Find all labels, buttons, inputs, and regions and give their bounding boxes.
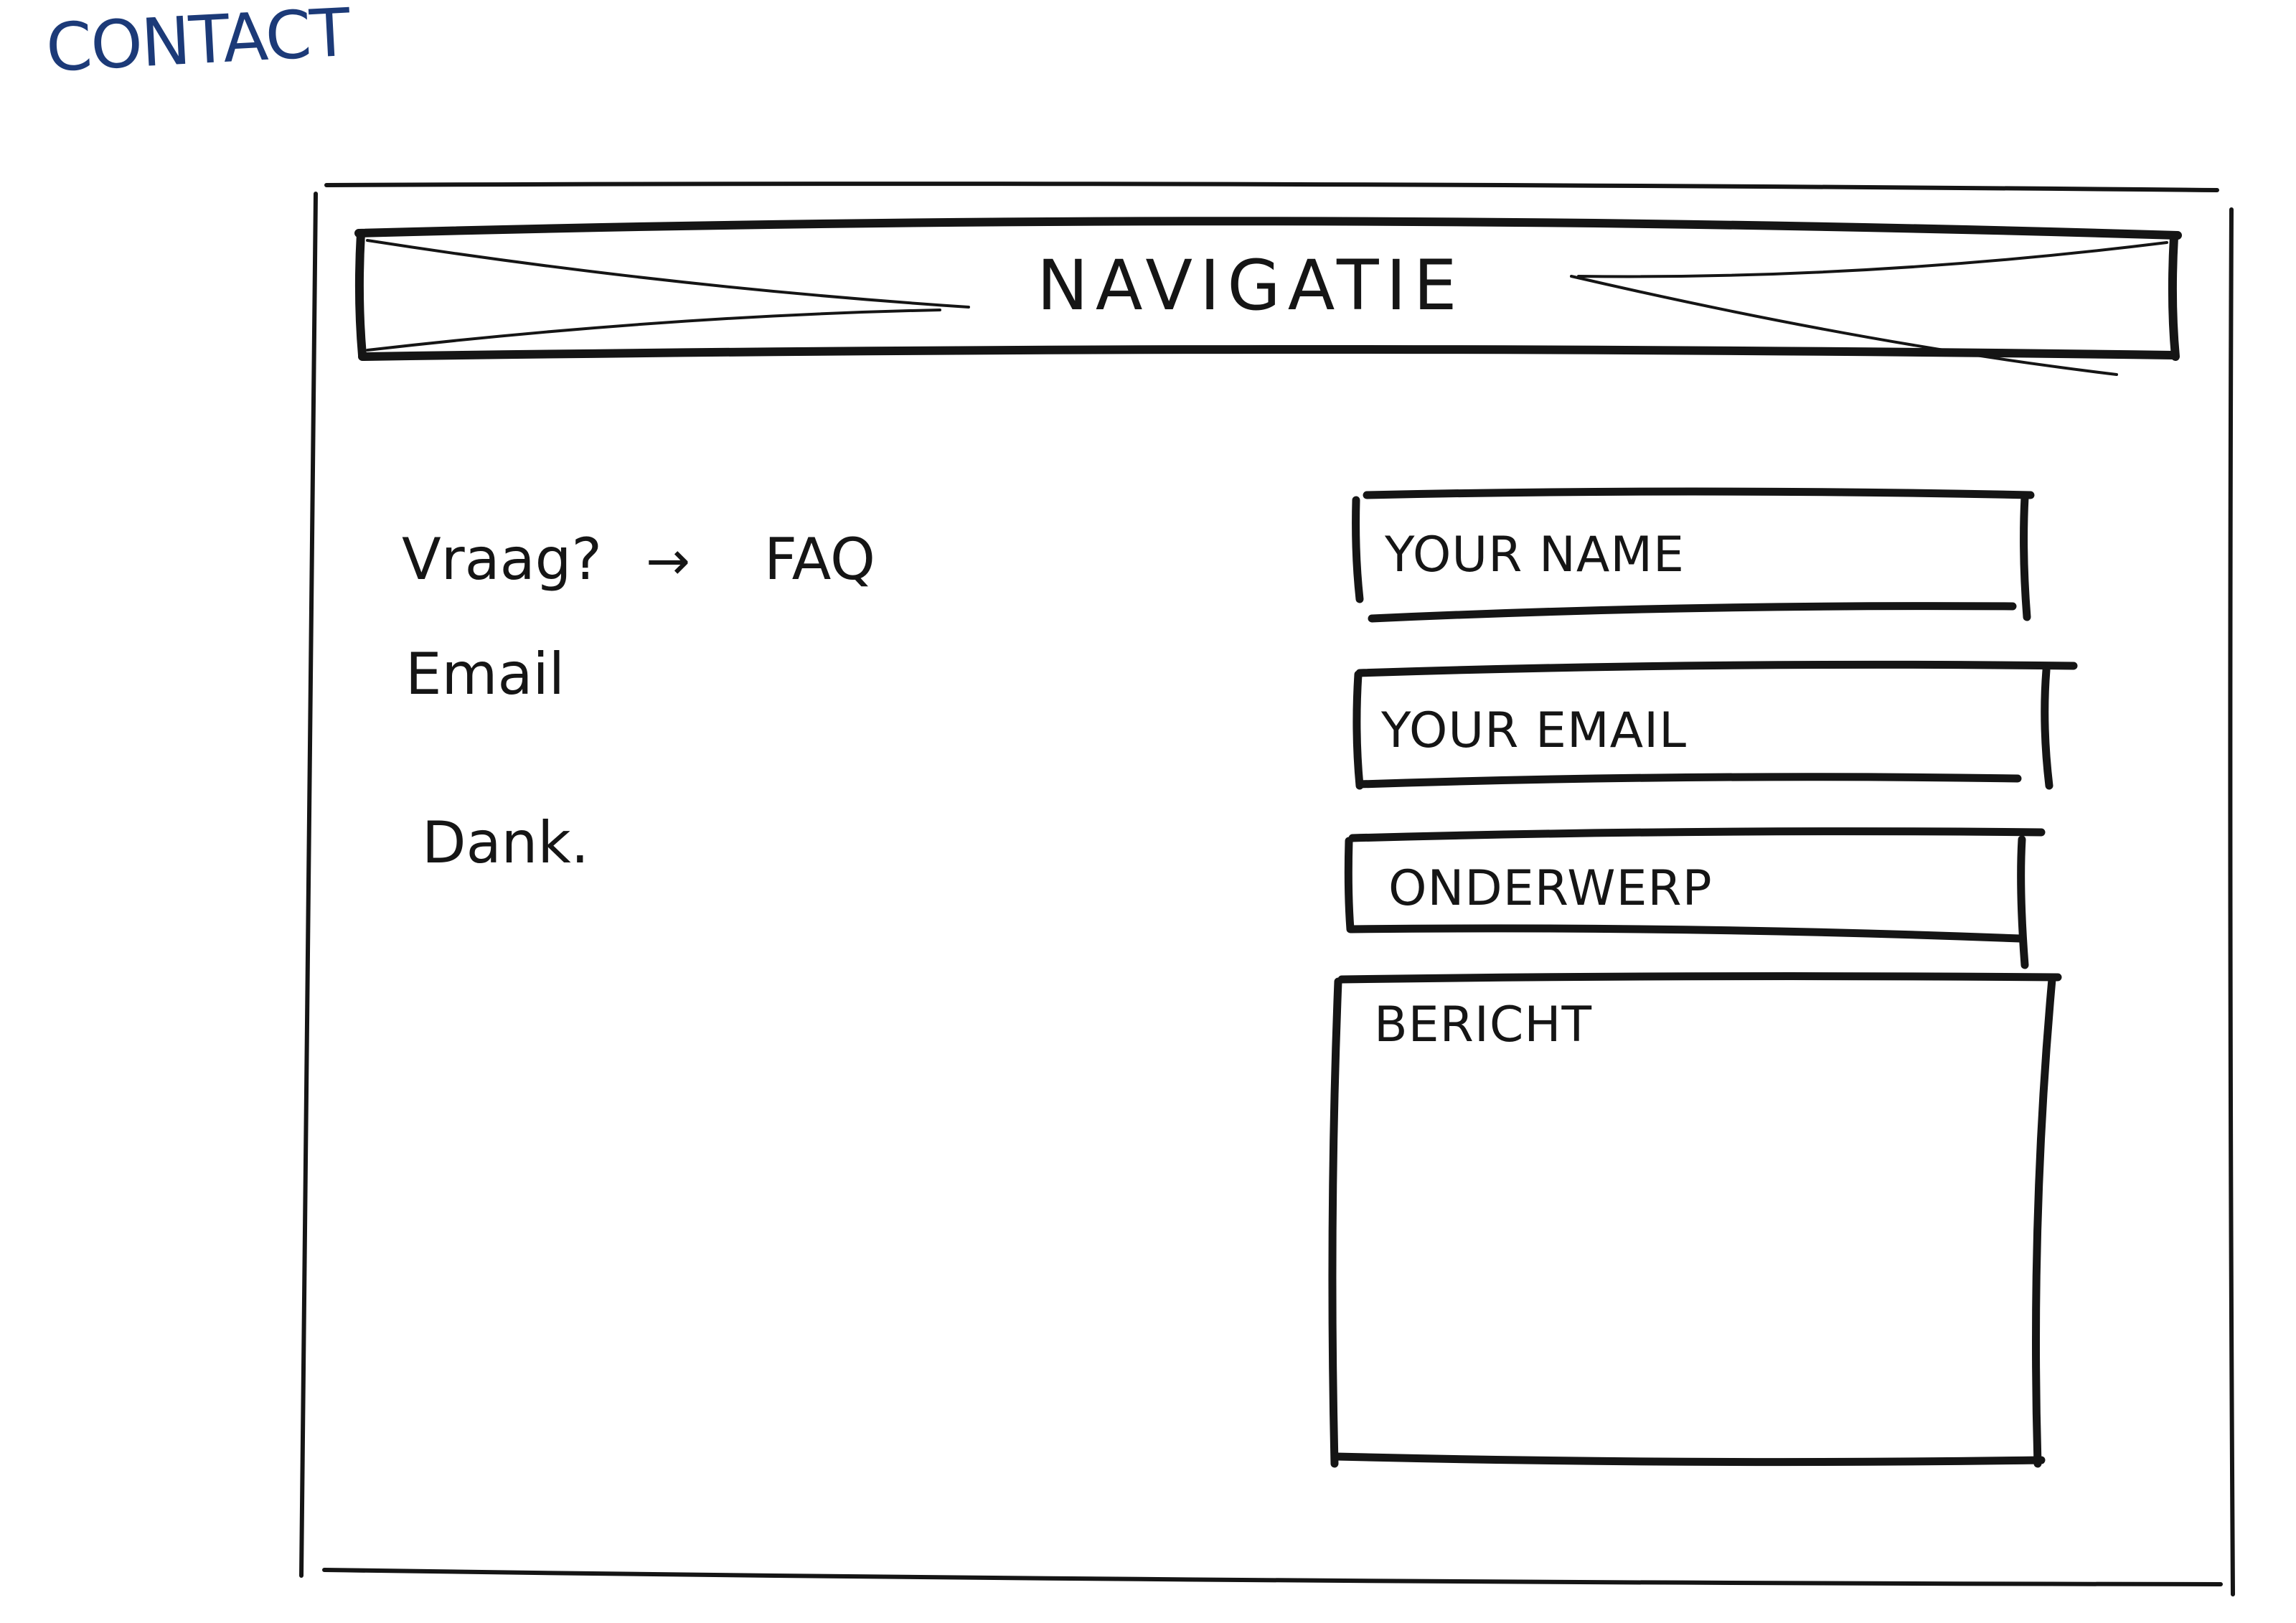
page-title: CONTACT — [44, 0, 351, 87]
faq-question-text: Vraag? — [402, 526, 602, 593]
subject-input-placeholder: ONDERWERP — [1388, 860, 1713, 917]
faq-link[interactable]: FAQ — [764, 531, 875, 588]
navigation-label: NAVIGATIE — [1037, 245, 1464, 326]
arrow-right-icon: → — [646, 530, 691, 592]
message-textarea-placeholder: BERICHT — [1374, 997, 1593, 1053]
email-link[interactable]: Email — [405, 646, 565, 703]
email-input-placeholder: YOUR EMAIL — [1381, 702, 1688, 759]
name-input-placeholder: YOUR NAME — [1385, 527, 1685, 583]
thanks-text: Dank. — [422, 809, 590, 876]
